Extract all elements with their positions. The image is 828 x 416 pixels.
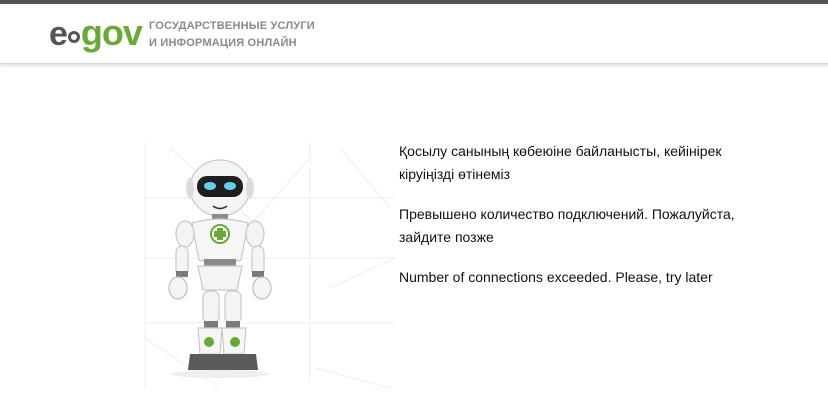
message-english: Number of connections exceeded. Please, … [399,269,713,285]
robot-illustration [140,138,400,396]
logo-mark-icon [67,31,80,43]
message-russian: Превышено количество подключений. Пожалу… [399,206,735,245]
error-messages: Қосылу санының көбеюіне байланысты, кейі… [399,140,759,306]
logo-tagline: ГОСУДАРСТВЕННЫЕ УСЛУГИ И ИНФОРМАЦИЯ ОНЛА… [149,18,315,52]
message-kazakh: Қосылу санының көбеюіне байланысты, кейі… [399,143,722,182]
site-header: e gov ГОСУДАРСТВЕННЫЕ УСЛУГИ И ИНФОРМАЦИЯ… [0,4,828,64]
logo-word: gov [80,12,143,53]
robot-figure [168,159,272,378]
tagline-line-2: И ИНФОРМАЦИЯ ОНЛАЙН [149,37,297,49]
tagline-line-1: ГОСУДАРСТВЕННЫЕ УСЛУГИ [149,20,315,32]
logo-prefix: e [49,15,68,53]
